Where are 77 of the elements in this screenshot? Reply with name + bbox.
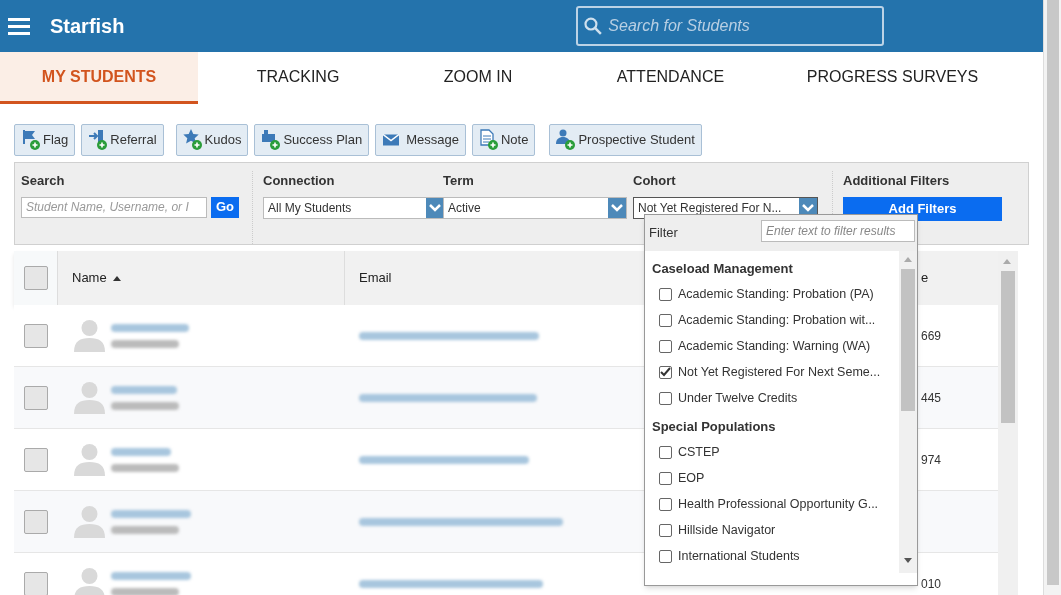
checkbox[interactable] bbox=[659, 523, 672, 537]
toolbar-button[interactable]: Message bbox=[375, 124, 466, 156]
filter-label: Filter bbox=[649, 224, 678, 243]
scrollbar[interactable] bbox=[899, 251, 917, 573]
term-label: Term bbox=[443, 172, 475, 190]
cohort-option[interactable]: EOP bbox=[645, 465, 899, 491]
tab[interactable]: MY STUDENTS bbox=[0, 52, 198, 104]
checkbox[interactable] bbox=[659, 471, 672, 485]
toolbar-button[interactable]: Kudos bbox=[175, 124, 249, 156]
cohort-option[interactable]: Not Yet Registered For Next Seme... bbox=[645, 359, 899, 385]
avatar-icon bbox=[74, 381, 105, 414]
cohort-label: Cohort bbox=[633, 172, 677, 190]
person-plus-icon bbox=[556, 129, 577, 151]
note-plus-icon bbox=[478, 129, 499, 151]
column-header[interactable]: Email bbox=[359, 268, 392, 288]
checkbox[interactable] bbox=[659, 339, 672, 353]
checkbox[interactable] bbox=[659, 391, 672, 405]
avatar-icon bbox=[74, 319, 105, 352]
chevron-down-icon bbox=[608, 197, 626, 218]
cohort-option[interactable]: Academic Standing: Probation (PA) bbox=[645, 281, 899, 307]
menu-icon[interactable] bbox=[8, 17, 30, 35]
checkbox[interactable] bbox=[659, 497, 672, 511]
cohort-option[interactable]: Health Professional Opportunity G... bbox=[645, 491, 899, 517]
checkbox[interactable] bbox=[24, 447, 48, 472]
search-field[interactable]: Student Name, Username, or I bbox=[21, 196, 207, 218]
toolbar-button[interactable]: Referral bbox=[81, 124, 164, 156]
checkbox[interactable] bbox=[24, 509, 48, 534]
term-select[interactable]: Active bbox=[443, 196, 627, 219]
cohort-option[interactable]: International Students bbox=[645, 543, 899, 569]
checkbox[interactable] bbox=[659, 549, 672, 563]
checkbox[interactable] bbox=[659, 313, 672, 327]
checkbox[interactable] bbox=[24, 385, 48, 410]
redacted-student-name bbox=[111, 385, 179, 410]
group-heading: Special Populations bbox=[651, 418, 777, 437]
connection-select[interactable]: All My Students bbox=[263, 196, 445, 219]
redacted-student-name bbox=[111, 447, 179, 472]
checkbox[interactable] bbox=[659, 445, 672, 459]
flag-plus-icon bbox=[21, 129, 41, 151]
search-label: Search bbox=[21, 172, 66, 190]
additional-filters-label: Additional Filters bbox=[843, 172, 951, 190]
toolbar-button[interactable]: Success Plan bbox=[254, 124, 370, 156]
plan-plus-icon bbox=[261, 129, 282, 151]
cohort-option[interactable]: Academic Standing: Probation wit... bbox=[645, 307, 899, 333]
checkbox[interactable] bbox=[23, 266, 48, 290]
table-cell: 974 bbox=[921, 452, 942, 467]
checkbox[interactable] bbox=[659, 287, 672, 301]
go-button[interactable]: Go bbox=[211, 196, 240, 218]
cohort-option[interactable]: Hillside Navigator bbox=[645, 517, 899, 543]
table-cell: 445 bbox=[921, 390, 942, 405]
avatar-icon bbox=[74, 443, 105, 476]
app-title: Starfish bbox=[50, 14, 125, 39]
search-field[interactable]: Search for Students bbox=[576, 6, 885, 46]
toolbar-button[interactable]: Prospective Student bbox=[549, 124, 702, 156]
group-heading: Caseload Management bbox=[651, 260, 794, 279]
cohort-option[interactable]: Academic Standing: Warning (WA) bbox=[645, 333, 899, 359]
avatar-icon bbox=[74, 567, 105, 595]
search-icon bbox=[584, 17, 603, 35]
column-header[interactable]: e bbox=[921, 268, 929, 288]
connection-label: Connection bbox=[263, 172, 336, 190]
column-header[interactable]: Name bbox=[72, 268, 107, 288]
referral-plus-icon bbox=[88, 129, 109, 151]
search-input[interactable]: Search for Students bbox=[608, 14, 877, 38]
table-cell: 010 bbox=[921, 576, 942, 591]
kudos-plus-icon bbox=[182, 129, 203, 151]
avatar-icon bbox=[74, 505, 105, 538]
toolbar-button[interactable]: Note bbox=[471, 124, 536, 156]
checkbox[interactable] bbox=[24, 571, 48, 595]
checkbox[interactable] bbox=[24, 323, 48, 348]
scrollbar[interactable] bbox=[998, 251, 1018, 595]
filter-field[interactable]: Enter text to filter results bbox=[761, 220, 915, 242]
chevron-down-icon bbox=[426, 197, 444, 218]
checkbox[interactable] bbox=[659, 365, 672, 379]
cohort-option[interactable]: Under Twelve Credits bbox=[645, 385, 899, 411]
page-scrollbar[interactable] bbox=[1043, 0, 1061, 595]
table-cell: 669 bbox=[921, 328, 942, 343]
toolbar-button[interactable]: Flag bbox=[14, 124, 76, 156]
cohort-option[interactable]: CSTEP bbox=[645, 439, 899, 465]
